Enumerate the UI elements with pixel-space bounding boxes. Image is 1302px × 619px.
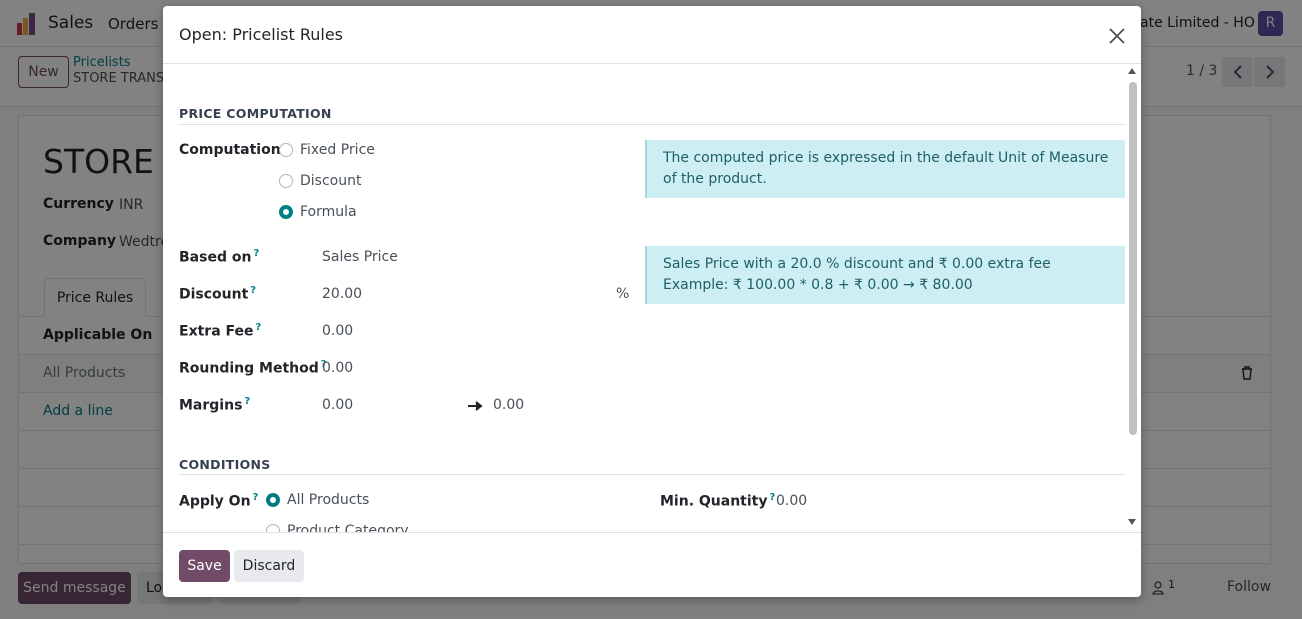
discard-button[interactable]: Discard [234, 550, 304, 582]
help-tooltip[interactable]: ? [256, 322, 262, 333]
radio-label: Product Category [287, 523, 409, 532]
apply-on-text: Apply On [179, 493, 251, 510]
section-divider [179, 474, 1125, 475]
min-margin-input[interactable]: 0.00 [322, 397, 353, 413]
help-tooltip[interactable]: ? [253, 492, 259, 503]
extra-fee-text: Extra Fee [179, 323, 254, 340]
section-divider [179, 124, 1125, 125]
apply-on-label: Apply On? [179, 492, 258, 510]
help-tooltip[interactable]: ? [244, 396, 250, 407]
min-quantity-text: Min. Quantity [660, 493, 768, 510]
rounding-method-label: Rounding Method? [179, 359, 327, 377]
help-tooltip[interactable]: ? [250, 285, 256, 296]
extra-fee-label: Extra Fee? [179, 322, 261, 340]
radio-circle[interactable] [266, 524, 280, 532]
scroll-down-arrow-icon[interactable] [1128, 519, 1136, 525]
min-quantity-label: Min. Quantity? [660, 492, 775, 510]
formula-info-alert: Sales Price with a 20.0 % discount and ₹… [645, 246, 1125, 304]
modal-footer: Save Discard [163, 532, 1141, 597]
radio-label: Discount [300, 173, 362, 189]
scrollbar-thumb[interactable] [1129, 82, 1137, 435]
min-quantity-input[interactable]: 0.00 [776, 493, 807, 509]
formula-description: Sales Price with a 20.0 % discount and ₹… [663, 256, 1051, 272]
modal-title: Open: Pricelist Rules [179, 25, 343, 44]
radio-product-category[interactable]: Product Category [266, 523, 409, 532]
close-icon[interactable] [1107, 26, 1127, 46]
rounding-method-input[interactable]: 0.00 [322, 360, 353, 376]
modal-header: Open: Pricelist Rules [163, 6, 1141, 64]
max-margin-input[interactable]: 0.00 [493, 397, 524, 413]
computation-label: Computation [179, 142, 281, 158]
rounding-method-text: Rounding Method [179, 360, 319, 377]
discount-unit: % [616, 286, 630, 302]
modal-body: PRICE COMPUTATION Computation Fixed Pric… [163, 64, 1141, 532]
based-on-label: Based on? [179, 248, 259, 266]
discount-label: Discount? [179, 285, 256, 303]
radio-circle-selected[interactable] [279, 205, 293, 219]
radio-fixed-price[interactable]: Fixed Price [279, 142, 375, 158]
radio-circle[interactable] [279, 143, 293, 157]
radio-label: Formula [300, 204, 357, 220]
save-button[interactable]: Save [179, 550, 230, 582]
radio-all-products[interactable]: All Products [266, 492, 369, 508]
based-on-text: Based on [179, 249, 252, 266]
section-price-computation: PRICE COMPUTATION [179, 106, 332, 121]
help-tooltip[interactable]: ? [253, 248, 259, 259]
arrow-right-icon [468, 401, 483, 411]
radio-circle-selected[interactable] [266, 493, 280, 507]
radio-discount[interactable]: Discount [279, 173, 361, 189]
discount-input[interactable]: 20.00 [322, 286, 362, 302]
pricelist-rule-dialog: Open: Pricelist Rules PRICE COMPUTATION … [163, 6, 1141, 597]
extra-fee-input[interactable]: 0.00 [322, 323, 353, 339]
formula-example: Example: ₹ 100.00 * 0.8 + ₹ 0.00 → ₹ 80.… [663, 277, 973, 293]
scroll-up-arrow-icon[interactable] [1128, 68, 1136, 74]
discount-text: Discount [179, 286, 249, 303]
section-conditions: CONDITIONS [179, 457, 271, 472]
margins-label: Margins? [179, 396, 250, 414]
radio-circle[interactable] [279, 174, 293, 188]
margins-text: Margins [179, 397, 243, 414]
radio-label: Fixed Price [300, 142, 375, 158]
radio-label: All Products [287, 492, 370, 508]
radio-formula[interactable]: Formula [279, 204, 357, 220]
uom-info-alert: The computed price is expressed in the d… [645, 140, 1125, 198]
help-tooltip[interactable]: ? [769, 492, 775, 503]
based-on-select[interactable]: Sales Price [322, 249, 398, 265]
